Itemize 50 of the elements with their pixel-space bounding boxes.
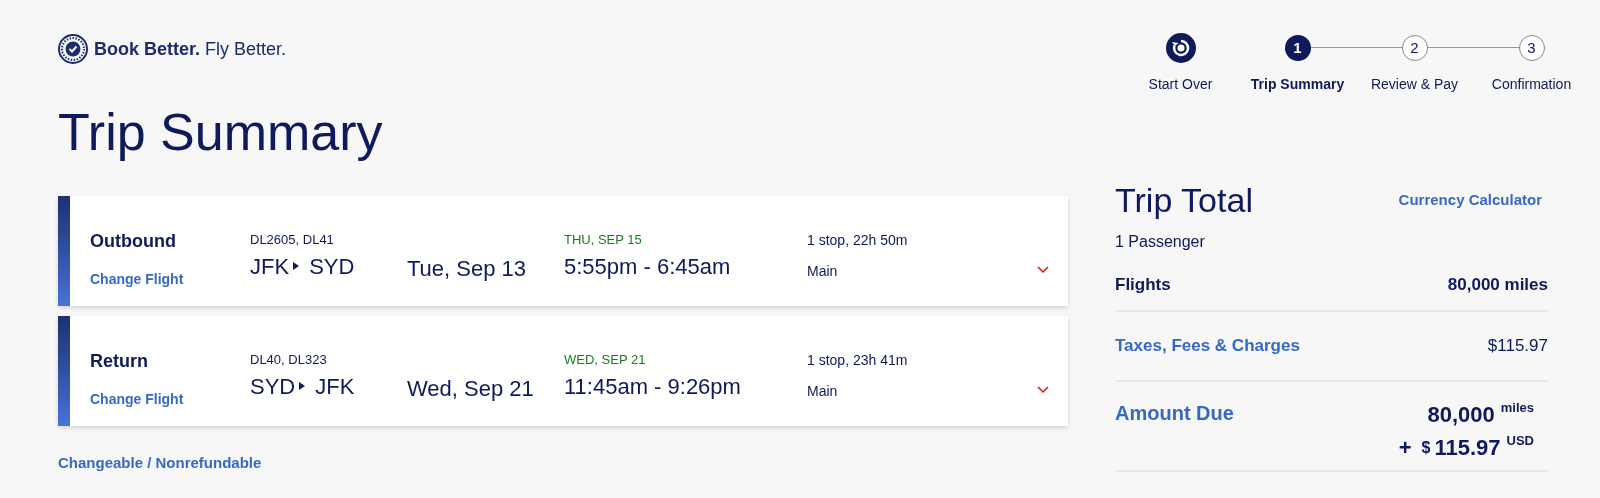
step-label[interactable]: Start Over — [1148, 74, 1213, 95]
line-value: $115.97 — [1487, 335, 1548, 358]
passenger-count: 1 Passenger — [1115, 232, 1206, 252]
arrival-day: THU, SEP 15 — [564, 230, 807, 250]
change-flight-link[interactable]: Change Flight — [90, 269, 250, 290]
origin-code: SYD — [250, 372, 296, 401]
change-flight-link[interactable]: Change Flight — [90, 389, 250, 410]
checkmark-badge-icon — [58, 34, 88, 64]
amount-cash: 115.97 — [1434, 434, 1501, 462]
fees-link[interactable]: Taxes, Fees & Charges — [1115, 333, 1300, 359]
flight-times: 5:55pm - 6:45am — [564, 252, 732, 281]
chevron-icon[interactable] — [1037, 266, 1049, 274]
trip-total-title: Trip Total — [1115, 180, 1253, 221]
arrow-icon — [299, 382, 306, 390]
plus-sign: + — [1398, 434, 1412, 462]
line-label: Flights — [1115, 274, 1171, 297]
miles-unit: miles — [1500, 399, 1534, 417]
direction-label: Outbound — [90, 230, 177, 253]
stops-duration: 1 stop, 23h 41m — [807, 351, 909, 370]
currency-code: USD — [1506, 432, 1534, 450]
step-label: Review & Pay — [1370, 75, 1459, 94]
amount-due-label: Amount Due — [1115, 401, 1234, 426]
chevron-icon[interactable] — [1037, 386, 1049, 394]
fare-rules-link[interactable]: Changeable / Nonrefundable — [58, 452, 262, 475]
stops-duration: 1 stop, 22h 50m — [807, 231, 909, 250]
departure-date: Wed, Sep 21 — [407, 376, 534, 401]
destination-code: JFK — [315, 372, 355, 401]
amount-miles: 80,000 — [1427, 401, 1495, 429]
step-number: 2 — [1401, 35, 1428, 61]
currency-symbol: $ — [1421, 438, 1431, 458]
origin-code: JFK — [250, 252, 290, 281]
page-title: Trip Summary — [58, 102, 384, 163]
flight-numbers: DL40, DL323 — [250, 351, 328, 369]
line-value: 80,000 miles — [1447, 274, 1548, 297]
departure-date: Tue, Sep 13 — [407, 256, 527, 281]
direction-label: Return — [90, 350, 149, 373]
cabin-class: Main — [807, 262, 839, 281]
cabin-class: Main — [807, 382, 839, 401]
arrival-day: WED, SEP 21 — [564, 350, 807, 370]
step-label: Confirmation — [1491, 75, 1572, 94]
step-number: 3 — [1518, 35, 1545, 61]
flight-times: 11:45am - 9:26pm — [564, 372, 742, 401]
arrow-icon — [293, 262, 300, 270]
logo-tagline: Book Better. Fly Better. — [94, 37, 287, 61]
step-number: 1 — [1284, 35, 1311, 61]
currency-calculator-link[interactable]: Currency Calculator — [1398, 189, 1542, 212]
step-label: Trip Summary — [1250, 75, 1345, 94]
restart-icon[interactable] — [1165, 33, 1196, 63]
flight-numbers: DL2605, DL41 — [250, 231, 335, 249]
destination-code: SYD — [309, 252, 355, 281]
